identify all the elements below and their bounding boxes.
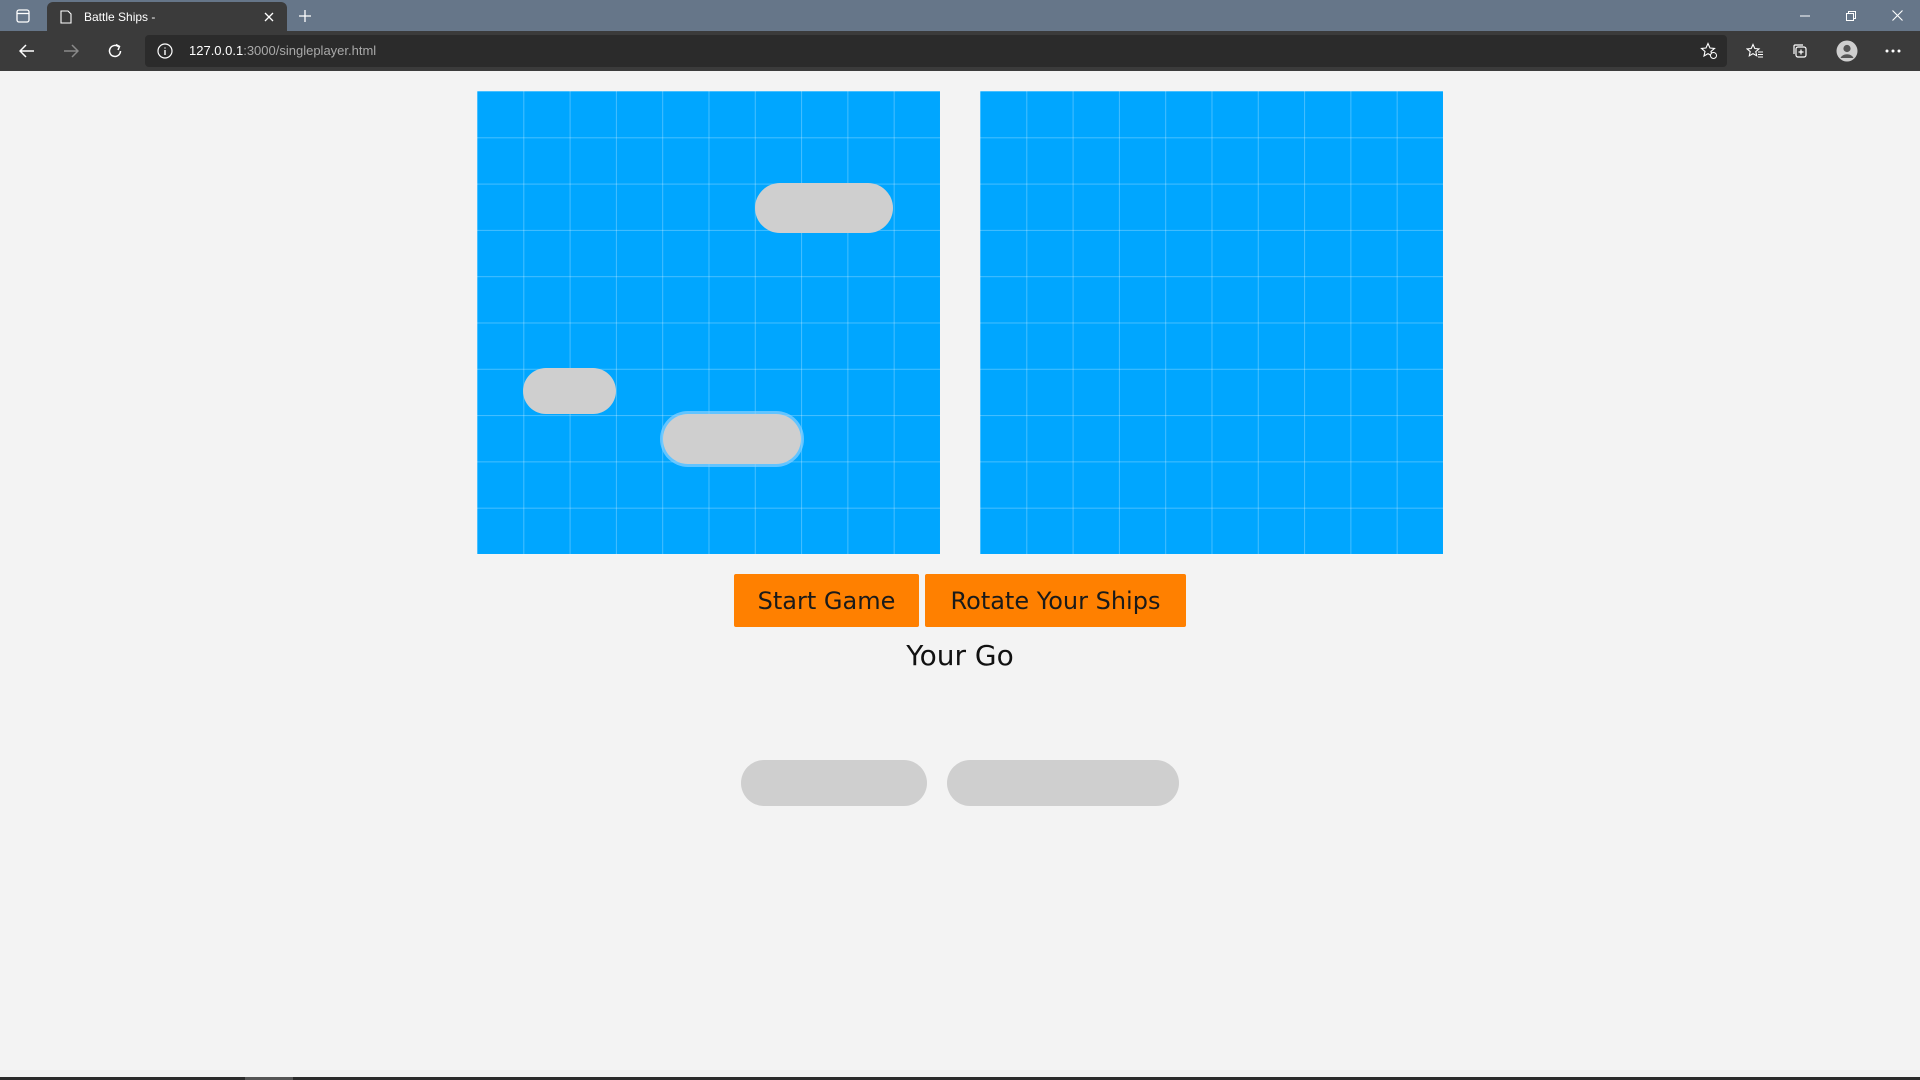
address-bar[interactable]: 127.0.0.1:3000/singleplayer.html [145,35,1727,67]
turn-display: Your Go [906,639,1014,672]
collections-icon[interactable] [1787,38,1813,64]
minimize-icon[interactable] [1782,0,1828,31]
ship-cruiser-placed[interactable] [755,183,893,233]
ship-submarine-placed[interactable] [663,414,801,464]
restore-icon[interactable] [1828,0,1874,31]
browser-tab-bar: Battle Ships - [0,0,1920,31]
add-favorite-icon[interactable] [1699,41,1719,61]
plus-icon[interactable] [294,5,316,27]
url-text: 127.0.0.1:3000/singleplayer.html [189,43,376,58]
dock-ship-carrier[interactable] [947,760,1179,806]
user-grid[interactable] [477,91,940,554]
browser-tab[interactable]: Battle Ships - [47,2,287,31]
ship-destroyer-placed[interactable] [523,368,616,414]
back-icon[interactable] [14,38,40,64]
url-host: 127.0.0.1 [189,43,244,58]
favorites-icon[interactable] [1742,38,1768,64]
info-icon[interactable] [157,43,173,59]
rotate-ships-button[interactable]: Rotate Your Ships [925,574,1186,627]
tab-actions-icon[interactable] [14,7,32,25]
computer-grid[interactable] [980,91,1443,554]
close-icon[interactable] [259,7,279,27]
page-content: Start Game Rotate Your Ships Your Go [0,71,1920,1077]
tab-title: Battle Ships - [84,9,156,24]
dock-ship-battleship[interactable] [741,760,927,806]
start-game-button[interactable]: Start Game [734,574,919,627]
url-path: :3000/singleplayer.html [243,43,377,58]
forward-icon[interactable] [58,38,84,64]
refresh-icon[interactable] [102,38,128,64]
close-window-icon[interactable] [1874,0,1920,31]
profile-icon[interactable] [1834,38,1860,64]
page-icon [58,9,74,25]
browser-toolbar: 127.0.0.1:3000/singleplayer.html [0,31,1920,71]
more-icon[interactable] [1880,38,1906,64]
